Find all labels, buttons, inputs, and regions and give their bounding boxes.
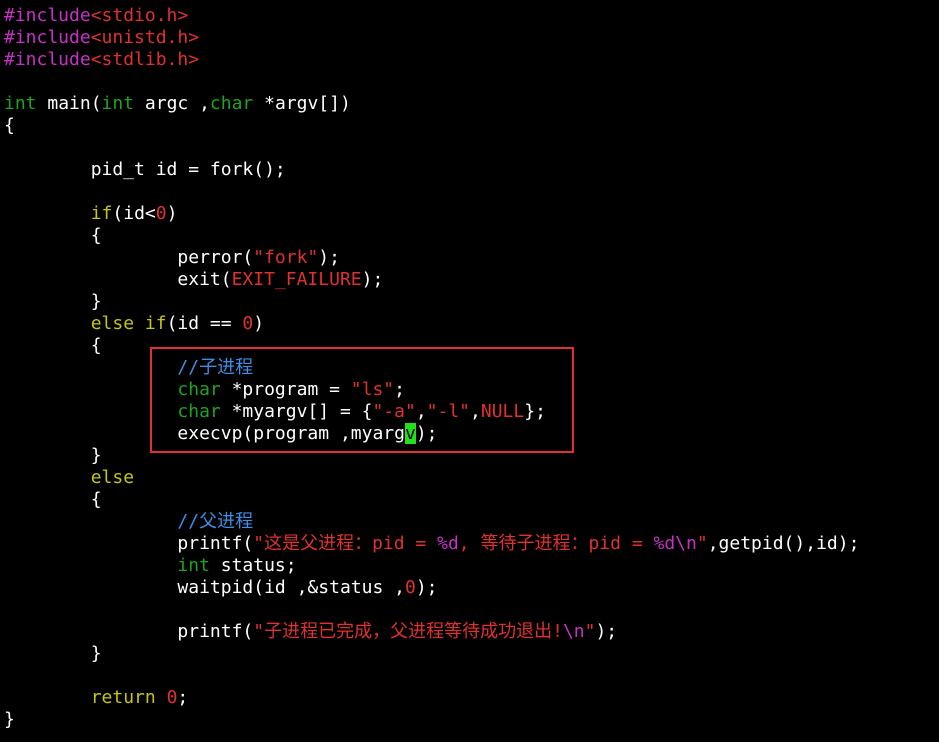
code-token: (id< (112, 203, 156, 224)
code-token: argc , (134, 93, 210, 114)
code-line-26: int status; (4, 555, 297, 577)
code-token: printf( (4, 533, 254, 554)
code-token: pid_t id = fork(); (4, 159, 286, 180)
code-line-8: pid_t id = fork(); (4, 159, 286, 181)
code-token: ,getpid(),id); (707, 533, 860, 554)
code-line-33: } (4, 709, 15, 731)
code-token: "这是父进程：pid = (253, 533, 438, 554)
code-token: 0 (404, 577, 416, 598)
code-token: int (4, 93, 37, 114)
code-token: <unistd.h> (90, 27, 200, 48)
code-token: "fork" (253, 247, 319, 268)
code-line-3: #include<stdlib.h> (4, 49, 199, 71)
code-token: #include (4, 49, 91, 70)
code-line-5: int main(int argc ,char *argv[]) (4, 93, 351, 115)
code-token: <stdio.h> (90, 5, 189, 26)
code-token: } (4, 445, 102, 466)
code-token: <stdlib.h> (90, 49, 200, 70)
code-token: perror( (4, 247, 254, 268)
code-line-12: perror("fork"); (4, 247, 340, 269)
code-editor[interactable]: #include<stdio.h> #include<unistd.h> #in… (0, 0, 939, 742)
code-token: else (90, 467, 135, 488)
code-token: ); (361, 269, 384, 290)
code-line-16: { (4, 335, 102, 357)
code-token: " (696, 533, 708, 554)
code-token: #include (4, 5, 91, 26)
code-token: (id == (166, 313, 243, 334)
code-token: #include (4, 27, 91, 48)
code-line-23: { (4, 489, 102, 511)
code-token: "子进程已完成，父进程等待成功退出! (253, 621, 563, 642)
code-line-32: return 0; (4, 687, 189, 709)
code-token: else if (90, 313, 167, 334)
code-token: waitpid(id ,&status , (4, 577, 405, 598)
code-token: { (4, 225, 102, 246)
code-line-15: else if(id == 0) (4, 313, 264, 335)
code-token: \n (562, 621, 585, 642)
code-line-6: { (4, 115, 15, 137)
code-token: } (4, 643, 102, 664)
code-token: 0 (155, 203, 167, 224)
code-token: ) (253, 313, 265, 334)
code-token: main( (36, 93, 102, 114)
code-token: ; (177, 687, 189, 708)
code-token: 0 (242, 313, 254, 334)
code-token: EXIT_FAILURE (231, 269, 362, 290)
code-line-1: #include<stdio.h> (4, 5, 188, 27)
code-line-25: printf("这是父进程：pid = %d, 等待子进程：pid = %d\n… (4, 533, 859, 555)
code-token: } (4, 291, 102, 312)
code-line-22: else (4, 467, 134, 489)
code-token: ); (595, 621, 618, 642)
code-line-13: exit(EXIT_FAILURE); (4, 269, 383, 291)
code-token: %d\n (653, 533, 697, 554)
code-token: int (177, 555, 210, 576)
code-token: int (101, 93, 135, 114)
code-line-24: //父进程 (4, 511, 253, 533)
code-line-2: #include<unistd.h> (4, 27, 199, 49)
code-token: return (90, 687, 156, 708)
code-token: *argv[]) (253, 93, 351, 114)
code-token: exit( (4, 269, 232, 290)
code-line-10: if(id<0) (4, 203, 178, 225)
code-line-30: } (4, 643, 102, 665)
code-token: ); (415, 577, 438, 598)
code-token: ) (166, 203, 178, 224)
code-line-27: waitpid(id ,&status ,0); (4, 577, 438, 599)
code-line-14: } (4, 291, 102, 313)
code-token: %d (437, 533, 459, 554)
code-token: { (4, 335, 102, 356)
code-token: } (4, 709, 15, 730)
code-token: ); (318, 247, 340, 268)
code-token: " (584, 621, 596, 642)
code-token: status; (209, 555, 297, 576)
code-line-21: } (4, 445, 102, 467)
code-token: printf( (4, 621, 254, 642)
code-comment: //父进程 (177, 511, 254, 532)
code-token: { (4, 115, 15, 136)
code-token: 0 (166, 687, 178, 708)
code-token: , 等待子进程：pid = (458, 533, 654, 554)
code-token: { (4, 489, 102, 510)
code-line-11: { (4, 225, 102, 247)
code-line-29: printf("子进程已完成，父进程等待成功退出!\n"); (4, 621, 617, 643)
code-token: char (209, 93, 254, 114)
highlight-box (150, 347, 574, 453)
code-token: if (90, 203, 113, 224)
